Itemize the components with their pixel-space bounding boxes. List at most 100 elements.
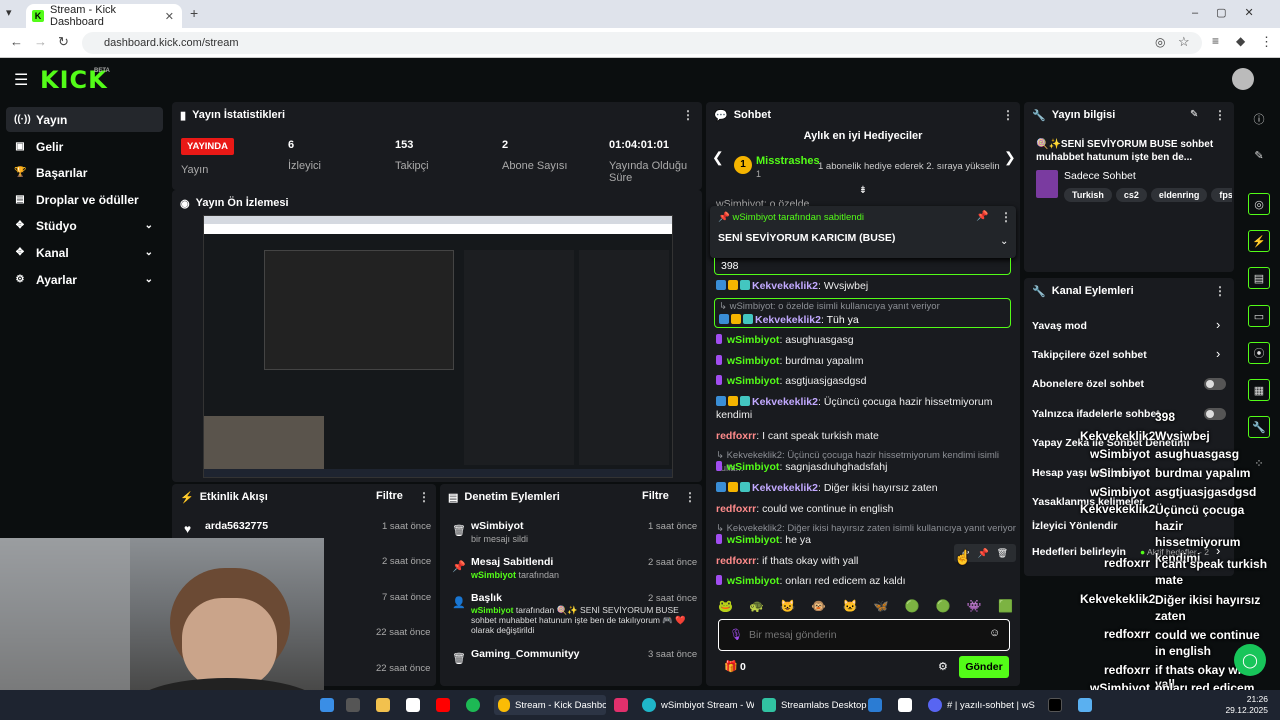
taskbar-chrome[interactable]: Stream - Kick Dashboard — [494, 695, 606, 715]
clock[interactable]: 21:26 29.12.2025 — [1220, 694, 1268, 716]
app-icon[interactable] — [898, 698, 912, 712]
broadcast-icon[interactable]: ⦿ — [1248, 342, 1270, 364]
send-button[interactable]: Gönder — [959, 656, 1009, 678]
emote-icon[interactable]: 🦋 — [874, 599, 889, 613]
close-tab-icon[interactable]: ✕ — [165, 10, 174, 23]
chevron-down-icon[interactable]: ⌄ — [1000, 236, 1008, 247]
mod-item-user[interactable]: wSimbiyot — [471, 570, 516, 580]
menu-icon[interactable]: ⋮ — [1260, 34, 1273, 50]
notes-icon[interactable] — [406, 698, 420, 712]
spotify-icon[interactable] — [466, 698, 480, 712]
tag[interactable]: eldenring — [1150, 188, 1208, 202]
target-icon[interactable]: ◎ — [1248, 193, 1270, 215]
eye-off-icon[interactable]: ◎ — [1155, 35, 1165, 49]
mod-panel: ▤ Denetim Eylemleri Filtre ⋮ 🗑 wSimbiyot … — [440, 484, 702, 686]
chevron-right-icon[interactable]: › — [1216, 317, 1220, 332]
file-explorer-icon[interactable] — [376, 698, 390, 712]
taskbar-discord[interactable]: # | yazılı-sohbet | wS — [928, 695, 1036, 715]
activity-menu-icon[interactable]: ⋮ — [418, 490, 430, 504]
lightning-icon[interactable]: ⚡ — [1248, 230, 1270, 252]
start-icon[interactable] — [320, 698, 334, 712]
scroll-down-icon[interactable]: ⇟ — [706, 186, 1020, 196]
tray-icon[interactable] — [1078, 698, 1092, 712]
bookmark-star-icon[interactable]: ☆ — [1178, 34, 1190, 50]
extension-icon[interactable]: ◆ — [1236, 34, 1245, 48]
task-view-icon[interactable] — [346, 698, 360, 712]
browser-tab[interactable]: K Stream - Kick Dashboard ✕ — [26, 4, 182, 28]
subs-only-toggle[interactable] — [1204, 378, 1226, 390]
pencil-icon[interactable]: ✎ — [1248, 144, 1270, 166]
emote-icon[interactable]: 🟢 — [905, 599, 920, 613]
instagram-icon[interactable] — [614, 698, 628, 712]
tag[interactable]: cs2 — [1115, 188, 1147, 202]
sidebar-item-kanal[interactable]: ✥ Kanal ⌄ — [6, 240, 163, 265]
stream-preview-video[interactable] — [203, 215, 673, 478]
tag[interactable]: fps — [1211, 188, 1232, 202]
sidebar-item-ayarlar[interactable]: ⚙ Ayarlar ⌄ — [6, 267, 163, 292]
tag-list: Turkish cs2 eldenring fps — [1064, 187, 1232, 202]
tag[interactable]: Turkish — [1064, 188, 1112, 202]
mod-item-title: Gaming_Communityy — [471, 648, 580, 660]
reload-icon[interactable]: ↻ — [58, 34, 69, 50]
reading-list-icon[interactable]: ≡ — [1212, 34, 1219, 48]
emote-icon[interactable]: 🐸 — [718, 599, 733, 613]
emote-icon[interactable]: 👾 — [967, 599, 982, 613]
mod-menu-icon[interactable]: ⋮ — [684, 490, 696, 504]
emote-icon[interactable]: 😺 — [780, 599, 795, 613]
pinned-text: SENİ SEVİYORUM KARICIM (BUSE) — [718, 232, 896, 244]
url-field[interactable]: dashboard.kick.com/stream — [82, 32, 1202, 54]
chat-input[interactable] — [749, 626, 979, 644]
tiktok-icon[interactable] — [1048, 698, 1062, 712]
pinned-menu-icon[interactable]: ⋮ — [1000, 210, 1012, 224]
outlook-icon[interactable] — [868, 698, 882, 712]
taskbar-edge[interactable]: wSimbiyot Stream - Wa — [642, 695, 754, 715]
hamburger-icon[interactable]: ☰ — [14, 70, 28, 90]
layout-icon[interactable]: ▦ — [1248, 379, 1270, 401]
back-icon[interactable]: ← — [10, 34, 23, 49]
emote-icon[interactable]: 🐢 — [749, 599, 764, 613]
tab-list-icon[interactable]: ▾ — [6, 6, 20, 20]
forward-icon[interactable]: → — [34, 34, 47, 49]
category-name[interactable]: Sadece Sohbet — [1064, 170, 1136, 182]
help-chat-icon[interactable]: ◯ — [1234, 644, 1266, 676]
slow-mode-label[interactable]: Yavaş mod — [1032, 320, 1087, 332]
wrench-icon: 🔧 — [1032, 286, 1046, 298]
sidebar-item-basarilar[interactable]: 🏆 Başarılar — [6, 160, 163, 185]
window-controls[interactable]: –▢✕ — [1192, 6, 1272, 19]
info-menu-icon[interactable]: ⋮ — [1214, 108, 1226, 122]
gifters-prev-icon[interactable]: ❮ — [712, 149, 724, 166]
youtube-icon[interactable] — [436, 698, 450, 712]
mod-filter-button[interactable]: Filtre — [642, 490, 669, 502]
edit-icon[interactable]: ✎ — [1190, 109, 1198, 120]
emoji-icon[interactable]: ☺ — [989, 627, 1000, 639]
info-icon[interactable]: ⓘ — [1248, 108, 1270, 130]
chat-bubble-icon[interactable]: ▭ — [1248, 305, 1270, 327]
avatar[interactable] — [1232, 68, 1254, 90]
sidebar-item-studyo[interactable]: ✥ Stüdyo ⌄ — [6, 213, 163, 238]
pin-icon[interactable]: 📌 — [977, 548, 988, 559]
activity-filter-button[interactable]: Filtre — [376, 490, 403, 502]
followers-only-label[interactable]: Takipçilere özel sohbet — [1032, 349, 1147, 361]
points-icon[interactable]: 🎁 — [724, 660, 738, 673]
taskbar-streamlabs[interactable]: Streamlabs Desktop — [762, 695, 867, 715]
emote-icon[interactable]: 🟢 — [936, 599, 951, 613]
chat-settings-icon[interactable]: ⚙ — [938, 660, 948, 673]
list-icon[interactable]: ▤ — [1248, 267, 1270, 289]
emote-icon[interactable]: 🐵 — [811, 599, 826, 613]
actions-menu-icon[interactable]: ⋮ — [1214, 284, 1226, 298]
new-tab-button[interactable]: + — [190, 5, 198, 21]
trash-icon[interactable]: 🗑 — [997, 548, 1008, 559]
gifter-name[interactable]: Misstrashes — [756, 155, 820, 167]
mod-item-user[interactable]: wSimbiyot — [471, 605, 514, 615]
emote-icon[interactable]: 🟩 — [998, 599, 1013, 613]
gifters-next-icon[interactable]: ❯ — [1004, 149, 1016, 166]
emote-icon[interactable]: 🐱 — [842, 599, 857, 613]
stats-menu-icon[interactable]: ⋮ — [682, 108, 694, 122]
chat-menu-icon[interactable]: ⋮ — [1002, 108, 1014, 122]
category-thumbnail[interactable] — [1036, 170, 1058, 198]
sidebar-item-droplar[interactable]: ▤ Droplar ve ödüller — [6, 187, 163, 212]
unpin-icon[interactable]: 📌 — [976, 211, 988, 222]
chevron-right-icon[interactable]: › — [1216, 346, 1220, 361]
sidebar-item-gelir[interactable]: ▣ Gelir — [6, 134, 163, 159]
sidebar-item-yayin[interactable]: ((·)) Yayın — [6, 107, 163, 132]
